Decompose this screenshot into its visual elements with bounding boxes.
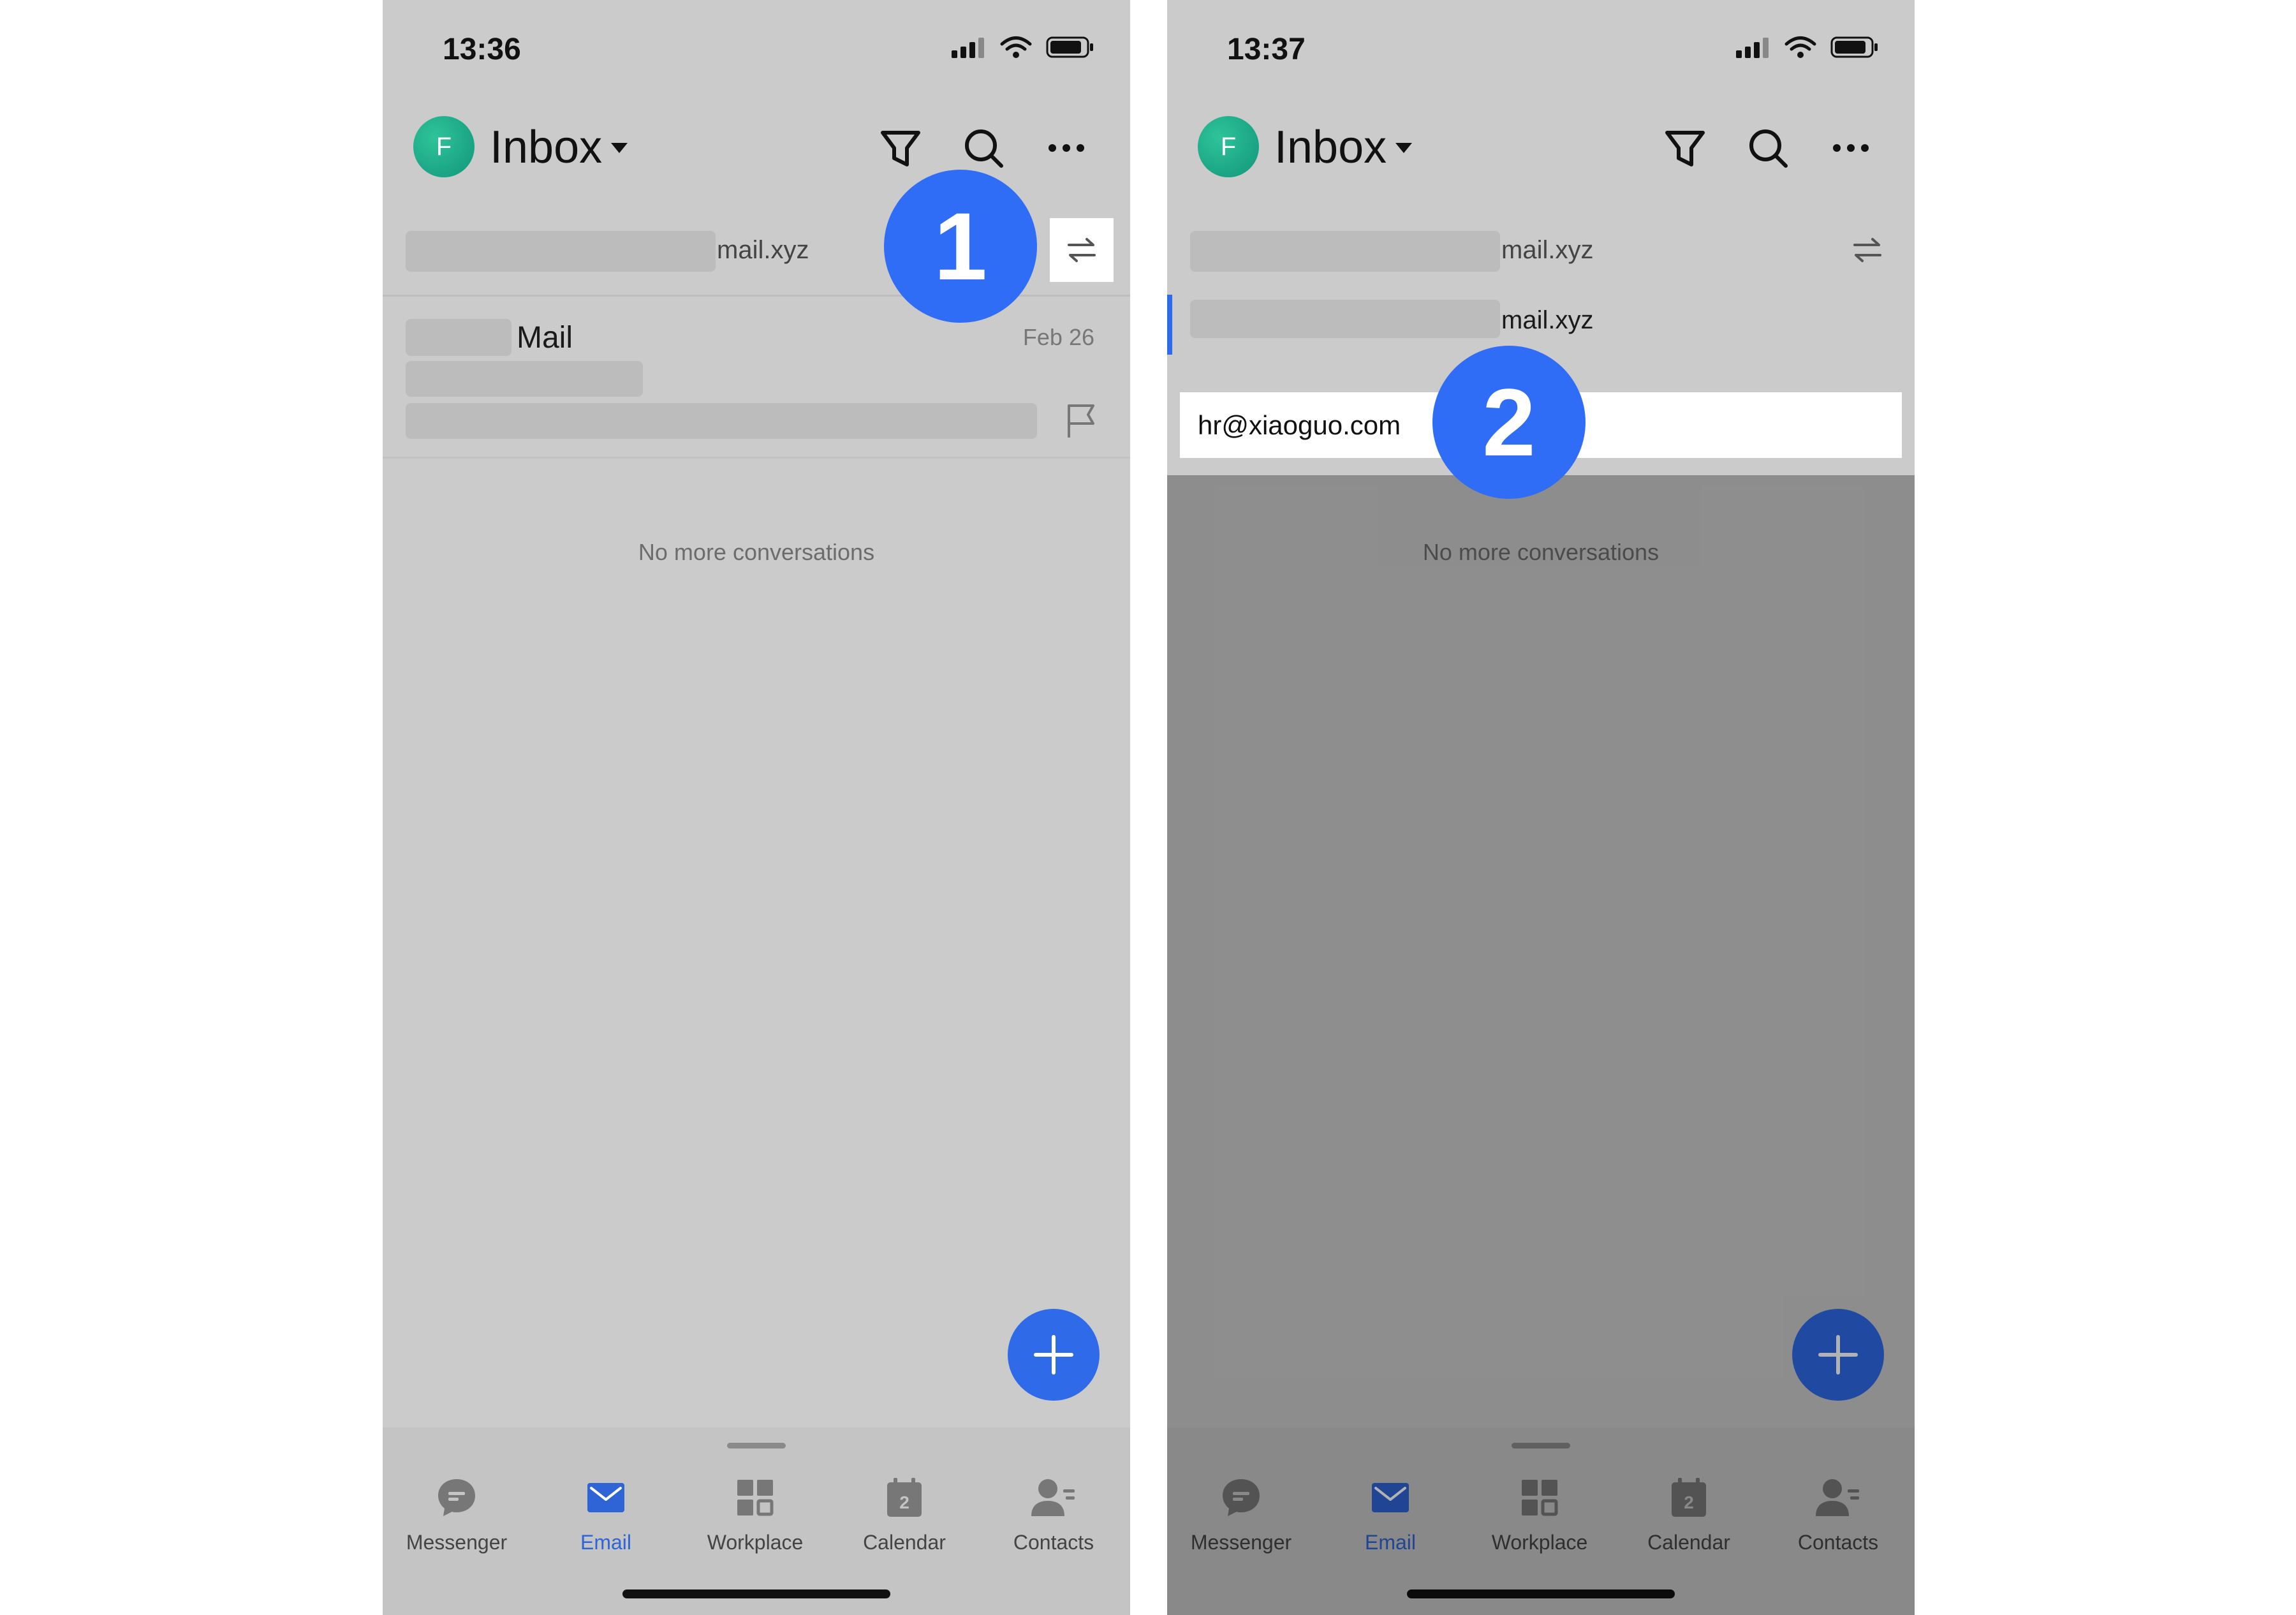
redacted-sender (406, 319, 511, 356)
switch-account-button[interactable] (1050, 218, 1114, 282)
calendar-icon: 2 (887, 1478, 922, 1517)
mail-subject: Mail (517, 321, 573, 355)
compose-button[interactable] (1008, 1309, 1100, 1401)
filter-icon[interactable] (1662, 125, 1708, 171)
redacted-account-name (406, 231, 716, 272)
selected-indicator (1167, 295, 1172, 355)
messenger-icon (438, 1479, 475, 1516)
status-time: 13:36 (443, 33, 521, 66)
mail-date: Feb 26 (1022, 324, 1094, 350)
filter-icon[interactable] (878, 125, 924, 171)
battery-icon (1830, 36, 1878, 58)
tab-contacts[interactable]: Contacts (983, 1473, 1124, 1554)
tab-calendar[interactable]: 2 Calendar (834, 1473, 975, 1554)
sheet-grabber[interactable] (727, 1443, 786, 1449)
wifi-icon (1000, 36, 1032, 58)
step-badge-2: 2 (1432, 346, 1586, 499)
wifi-icon (1785, 36, 1816, 58)
mailbox-title[interactable]: Inbox (1274, 121, 1387, 173)
status-icons (952, 36, 1094, 59)
account-suffix: mail.xyz (1501, 306, 1594, 334)
email-icon (587, 1483, 624, 1512)
tab-messenger[interactable]: Messenger (386, 1473, 527, 1554)
caret-down-icon[interactable] (1394, 142, 1413, 154)
signal-icon (952, 38, 984, 58)
account-suffix: mail.xyz (717, 236, 809, 264)
home-indicator (622, 1589, 890, 1598)
redacted-line (406, 361, 643, 397)
workplace-icon (737, 1480, 774, 1516)
dim-overlay[interactable] (1167, 475, 1915, 1615)
mailbox-title[interactable]: Inbox (490, 121, 602, 173)
caret-down-icon[interactable] (610, 142, 629, 154)
svg-text:2: 2 (899, 1493, 909, 1512)
switch-account-button[interactable] (1848, 231, 1887, 269)
divider (383, 457, 1130, 459)
more-icon[interactable] (1043, 125, 1089, 171)
switch-arrows-icon (1068, 238, 1096, 262)
status-time: 13:37 (1227, 33, 1306, 66)
redacted-preview (406, 403, 1037, 439)
search-icon[interactable] (1745, 125, 1791, 171)
account-option-label: hr@xiaoguo.com (1198, 409, 1401, 440)
flag-icon[interactable] (1063, 402, 1098, 440)
avatar[interactable]: F (413, 116, 475, 177)
avatar[interactable]: F (1198, 116, 1259, 177)
tab-email[interactable]: Email (536, 1473, 676, 1554)
no-more-conversations: No more conversations (638, 539, 875, 565)
tab-workplace[interactable]: Workplace (685, 1473, 825, 1554)
battery-icon (1046, 36, 1093, 58)
search-icon[interactable] (960, 125, 1006, 171)
phone-screen-step-1: 13:36 F Inbox mail.xyz Mail Feb 26 No mo… (383, 0, 1130, 1615)
contacts-icon (1031, 1479, 1075, 1516)
redacted-account-name (1190, 231, 1500, 272)
account-suffix: mail.xyz (1501, 236, 1594, 264)
phone-screen-step-2: 13:37 F Inbox mail.xyz mail.xyz hr@xiaog… (1167, 0, 1915, 1615)
signal-icon (1736, 38, 1769, 58)
redacted-account-name (1190, 300, 1500, 338)
status-icons (1736, 36, 1879, 59)
plus-icon (1034, 1335, 1073, 1375)
step-badge-1: 1 (884, 170, 1037, 323)
bottom-tab-bar: Messenger Email Workplace 2 Calendar Con… (383, 1427, 1130, 1615)
more-icon[interactable] (1828, 125, 1874, 171)
switch-arrows-icon (1853, 238, 1881, 262)
